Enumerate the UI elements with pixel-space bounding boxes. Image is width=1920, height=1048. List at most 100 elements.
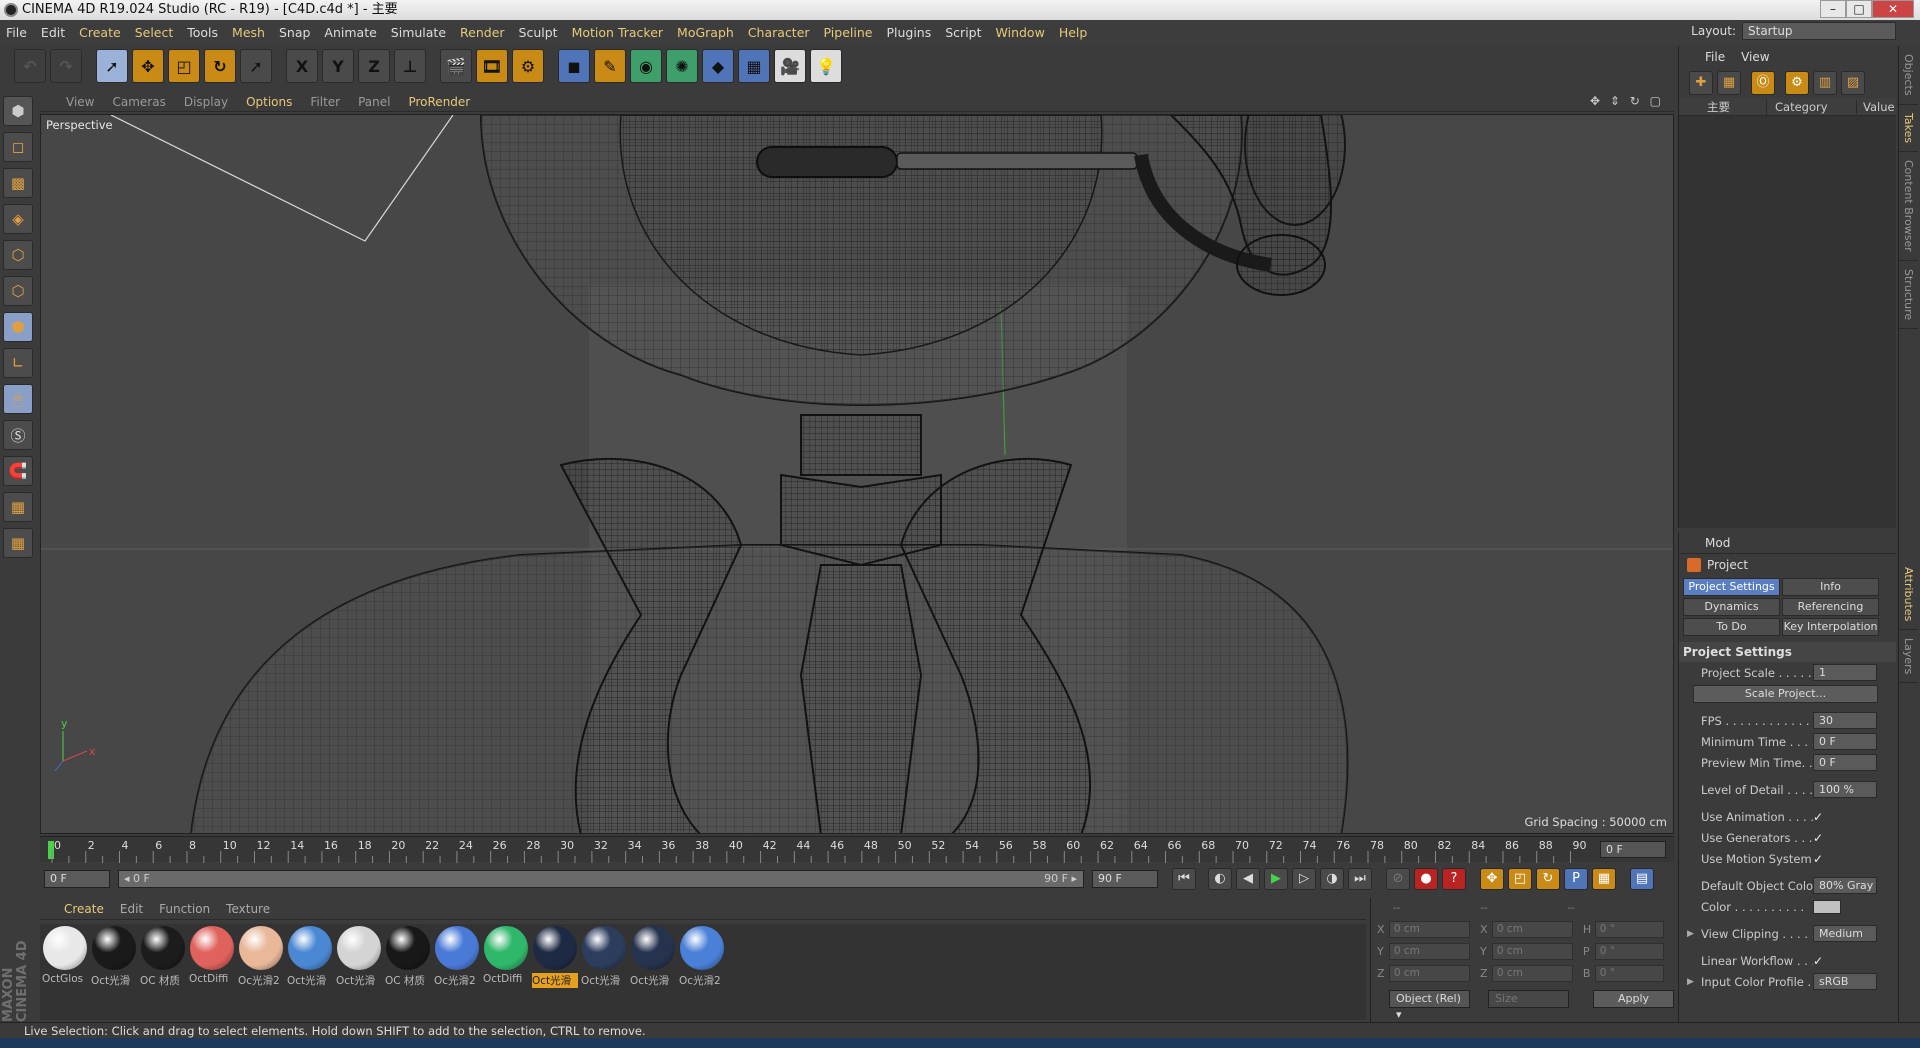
position-x-field[interactable]: 0 cm bbox=[1388, 920, 1470, 938]
menu-window[interactable]: Window bbox=[996, 25, 1045, 40]
coordinate-system-icon[interactable]: ⊥ bbox=[394, 49, 426, 83]
category-column[interactable]: Category bbox=[1767, 99, 1857, 114]
start-frame-field[interactable]: 0 F bbox=[44, 870, 110, 888]
menu-pipeline[interactable]: Pipeline bbox=[824, 25, 873, 40]
key-parameter-icon[interactable]: P bbox=[1564, 868, 1588, 890]
auto-take-icon[interactable]: ⚙ bbox=[1785, 71, 1809, 95]
tab-layers[interactable]: Layers bbox=[1899, 630, 1918, 684]
menu-edit[interactable]: Edit bbox=[41, 25, 65, 40]
material-swatch[interactable]: Oct光滑 bbox=[630, 924, 676, 1020]
vp-menu-panel[interactable]: Panel bbox=[358, 95, 390, 109]
key-pla-icon[interactable]: ▦ bbox=[1592, 868, 1616, 890]
use-animation-checkbox[interactable]: ✓ bbox=[1813, 810, 1827, 824]
size-y-field[interactable]: 0 cm bbox=[1491, 942, 1573, 960]
menu-motion-tracker[interactable]: Motion Tracker bbox=[572, 25, 663, 40]
menu-select[interactable]: Select bbox=[135, 25, 174, 40]
material-swatch[interactable]: Oc光滑2 bbox=[238, 924, 284, 1020]
previous-frame-button[interactable]: ◀ bbox=[1236, 868, 1260, 890]
key-scale-icon[interactable]: ◰ bbox=[1508, 868, 1532, 890]
rotation-h-field[interactable]: 0 ° bbox=[1594, 920, 1664, 938]
tab-key-interpolation[interactable]: Key Interpolation bbox=[1782, 618, 1879, 636]
workplane-icon[interactable]: ◈ bbox=[3, 204, 33, 234]
material-swatch[interactable]: Oct光滑 bbox=[287, 924, 333, 1020]
points-mode-icon[interactable]: ⬡ bbox=[3, 240, 33, 270]
current-frame-field[interactable]: 0 F bbox=[1600, 841, 1666, 858]
material-swatch[interactable]: OctGlos bbox=[42, 924, 88, 1020]
size-x-field[interactable]: 0 cm bbox=[1491, 920, 1573, 938]
motion-record-icon[interactable]: ⊘ bbox=[1386, 868, 1410, 890]
deformer-icon[interactable]: ◆ bbox=[702, 49, 734, 83]
tab-info[interactable]: Info bbox=[1782, 578, 1879, 596]
tweak-mode-icon[interactable]: 🖱 bbox=[3, 384, 33, 414]
autokey-icon[interactable]: ? bbox=[1442, 868, 1466, 890]
apply-button[interactable]: Apply bbox=[1593, 990, 1675, 1008]
menu-render[interactable]: Render bbox=[460, 25, 505, 40]
make-editable-icon[interactable]: ⬢ bbox=[3, 96, 33, 126]
z-axis-icon[interactable]: Z bbox=[358, 49, 390, 83]
material-swatch[interactable]: Oct光滑 bbox=[581, 924, 627, 1020]
timeline-ruler[interactable]: 0 2 4 6 8 10 12 14 16 18 20 22 24 26 28 30 32 34 36 38 40 42 4… bbox=[40, 836, 1674, 863]
redo-icon[interactable]: ↷ bbox=[50, 49, 82, 83]
polygons-mode-icon[interactable]: ⬢ bbox=[3, 312, 33, 342]
vp-menu-display[interactable]: Display bbox=[184, 95, 228, 109]
scale-icon[interactable]: ◰ bbox=[168, 49, 200, 83]
rotation-b-field[interactable]: 0 ° bbox=[1594, 964, 1664, 982]
mat-menu-edit[interactable]: Edit bbox=[120, 902, 143, 916]
frame-range-slider[interactable]: ◂ 0 F 90 F ▸ bbox=[118, 870, 1084, 888]
recent-tool-icon[interactable]: ➚ bbox=[240, 49, 272, 83]
menu-script[interactable]: Script bbox=[945, 25, 981, 40]
size-z-field[interactable]: 0 cm bbox=[1491, 964, 1573, 982]
expand-arrow-icon[interactable]: ▶ bbox=[1687, 977, 1694, 987]
perspective-viewport[interactable]: y x Perspective Grid Spacing : 50000 cm bbox=[40, 114, 1674, 834]
menu-character[interactable]: Character bbox=[748, 25, 810, 40]
cloner-icon[interactable]: ✺ bbox=[666, 49, 698, 83]
lock-icon[interactable]: ▥ bbox=[1813, 71, 1837, 95]
vp-menu-view[interactable]: View bbox=[66, 95, 94, 109]
position-z-field[interactable]: 0 cm bbox=[1388, 964, 1470, 982]
tab-project-settings[interactable]: Project Settings bbox=[1683, 578, 1780, 596]
menu-snap[interactable]: Snap bbox=[279, 25, 310, 40]
rotate-icon[interactable]: ↻ bbox=[204, 49, 236, 83]
pen-icon[interactable]: ✎ bbox=[594, 49, 626, 83]
grid-lock-icon[interactable]: ▦ bbox=[3, 528, 33, 558]
tab-attributes[interactable]: Attributes bbox=[1899, 559, 1918, 630]
render-view-icon[interactable]: 🎬 bbox=[440, 49, 472, 83]
color-swatch[interactable] bbox=[1813, 899, 1841, 914]
attr-menu-mode[interactable]: Mod bbox=[1705, 536, 1730, 550]
floor-icon[interactable]: ▦ bbox=[738, 49, 770, 83]
preview-min-field[interactable]: 0 F bbox=[1813, 754, 1877, 771]
tab-objects[interactable]: Objects bbox=[1899, 46, 1918, 105]
rotation-p-field[interactable]: 0 ° bbox=[1594, 942, 1664, 960]
take-override-icon[interactable]: Ⓞ bbox=[1751, 71, 1775, 95]
tab-referencing[interactable]: Referencing bbox=[1782, 598, 1879, 616]
material-swatch[interactable]: Oct光滑 bbox=[532, 924, 578, 1020]
workplane-lock-icon[interactable]: ▦ bbox=[3, 492, 33, 522]
linear-workflow-checkbox[interactable]: ✓ bbox=[1813, 954, 1827, 968]
filter-icon[interactable]: ▨ bbox=[1841, 71, 1865, 95]
vp-menu-options[interactable]: Options bbox=[246, 95, 292, 109]
render-settings-icon[interactable]: ⚙ bbox=[512, 49, 544, 83]
size-mode-dropdown[interactable]: Size bbox=[1488, 990, 1570, 1008]
previous-key-button[interactable]: ◐ bbox=[1208, 868, 1232, 890]
material-swatch[interactable]: OctDiffi bbox=[483, 924, 529, 1020]
expand-arrow-icon[interactable]: ▶ bbox=[1687, 929, 1694, 939]
mat-menu-function[interactable]: Function bbox=[159, 902, 210, 916]
end-frame-field[interactable]: 90 F bbox=[1092, 870, 1158, 888]
default-color-dropdown[interactable]: 80% Gray bbox=[1813, 877, 1877, 894]
material-swatch[interactable]: Oc光滑2 bbox=[434, 924, 480, 1020]
undo-icon[interactable]: ↶ bbox=[14, 49, 46, 83]
camera-icon[interactable]: 🎥 bbox=[774, 49, 806, 83]
vp-menu-prorender[interactable]: ProRender bbox=[408, 95, 470, 109]
key-position-icon[interactable]: ✥ bbox=[1480, 868, 1504, 890]
go-to-start-button[interactable]: ⏮ bbox=[1172, 868, 1196, 890]
obj-menu-file[interactable]: File bbox=[1705, 50, 1725, 64]
lod-field[interactable]: 100 % bbox=[1813, 781, 1877, 798]
take-name-column[interactable]: 主要 bbox=[1679, 98, 1767, 115]
value-column[interactable]: Value bbox=[1857, 100, 1895, 114]
tab-structure[interactable]: Structure bbox=[1899, 261, 1918, 329]
use-generators-checkbox[interactable]: ✓ bbox=[1813, 831, 1827, 845]
menu-animate[interactable]: Animate bbox=[324, 25, 376, 40]
solo-icon[interactable]: Ⓢ bbox=[3, 420, 33, 450]
y-axis-icon[interactable]: Y bbox=[322, 49, 354, 83]
view-clipping-dropdown[interactable]: Medium bbox=[1813, 925, 1877, 942]
